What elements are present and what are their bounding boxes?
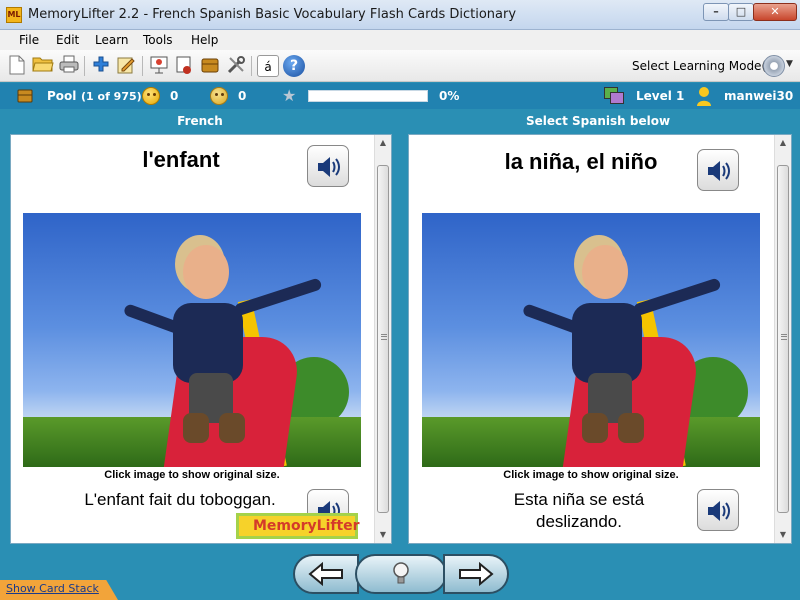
menu-tools[interactable]: Tools: [143, 33, 173, 47]
answer-example-line: Esta niña se está: [513, 490, 645, 509]
menu-bar: File Edit Learn Tools Help: [0, 30, 800, 50]
answer-scrollbar[interactable]: ▲ ▼: [774, 135, 791, 543]
photo-child-shoe: [618, 413, 644, 443]
close-button[interactable]: ✕: [753, 3, 797, 21]
user-icon: [697, 87, 711, 106]
wrong-count: 0: [238, 89, 247, 103]
hint-button[interactable]: [355, 554, 447, 594]
scroll-thumb[interactable]: [777, 165, 789, 513]
answer-example-sentence: Esta niña se está deslizando.: [449, 489, 709, 533]
menu-help[interactable]: Help: [191, 33, 218, 47]
correct-count: 0: [170, 89, 179, 103]
scroll-thumb[interactable]: [377, 165, 389, 513]
level-boxes-icon: [604, 87, 626, 105]
answer-audio-button[interactable]: [697, 149, 739, 191]
photo-child-shoe: [219, 413, 245, 443]
progress-label: 0%: [439, 89, 460, 103]
settings-tools-icon[interactable]: [225, 55, 247, 77]
character-map-icon[interactable]: á: [257, 55, 279, 77]
print-icon[interactable]: [58, 55, 80, 77]
question-word: l'enfant: [142, 147, 220, 172]
help-icon[interactable]: ?: [283, 55, 305, 77]
question-image-caption: Click image to show original size.: [104, 469, 280, 481]
level-label: Level 1: [636, 89, 685, 103]
add-icon[interactable]: [90, 55, 112, 77]
minimize-button[interactable]: –: [703, 3, 729, 21]
question-column-header: French: [177, 114, 223, 128]
scroll-down-arrow-icon[interactable]: ▼: [775, 527, 791, 543]
question-scrollbar[interactable]: ▲ ▼: [374, 135, 391, 543]
previous-card-button[interactable]: [293, 554, 359, 594]
pool-icon: [17, 89, 33, 103]
photo-child-shoe: [183, 413, 209, 443]
toolbar: á ? Select Learning Mode(s) ▼: [0, 50, 800, 82]
scroll-up-arrow-icon[interactable]: ▲: [775, 135, 791, 151]
speaker-icon: [708, 501, 730, 521]
select-learning-mode-label[interactable]: Select Learning Mode(s): [632, 59, 777, 73]
show-card-stack-link[interactable]: Show Card Stack: [6, 582, 99, 595]
title-bar: ML MemoryLifter 2.2 - French Spanish Bas…: [0, 0, 800, 30]
app-logo-icon: ML: [6, 7, 22, 23]
photo-child-arm: [632, 277, 722, 317]
answer-word: la niña, el niño: [504, 149, 658, 174]
learning-mode-gear-icon[interactable]: [763, 55, 785, 77]
arrow-right-icon: [459, 562, 494, 586]
photo-child-arm: [233, 277, 323, 317]
question-panel: l'enfant Click image to show original si…: [10, 134, 392, 544]
scroll-grip: [381, 334, 387, 340]
chevron-down-icon[interactable]: ▼: [786, 59, 793, 69]
menu-learn[interactable]: Learn: [95, 33, 129, 47]
toolbar-separator: [84, 56, 85, 76]
menu-file[interactable]: File: [19, 33, 39, 47]
toolbar-separator: [251, 56, 252, 76]
correct-smiley-icon: [142, 87, 160, 105]
answer-image-caption: Click image to show original size.: [503, 469, 679, 481]
progress-bar: [308, 90, 428, 102]
question-example-sentence: L'enfant fait du toboggan.: [84, 490, 276, 509]
lightbulb-icon: [393, 562, 409, 584]
scroll-down-arrow-icon[interactable]: ▼: [375, 527, 391, 543]
answer-image[interactable]: [422, 213, 760, 467]
question-image[interactable]: [23, 213, 361, 467]
answer-panel: la niña, el niño Click image to show ori…: [408, 134, 792, 544]
star-icon: ★: [282, 86, 297, 105]
arrow-left-icon: [308, 562, 343, 586]
slideshow-icon[interactable]: [148, 55, 170, 77]
pool-count: (1 of 975): [81, 90, 142, 103]
maximize-button[interactable]: □: [728, 3, 754, 21]
speaker-icon: [708, 161, 730, 181]
learn-icon[interactable]: [173, 55, 195, 77]
user-name: manwei30: [724, 89, 794, 103]
new-icon[interactable]: [6, 55, 28, 77]
open-icon[interactable]: [32, 55, 54, 77]
question-audio-button[interactable]: [307, 145, 349, 187]
menu-edit[interactable]: Edit: [56, 33, 79, 47]
answer-example-audio-button[interactable]: [697, 489, 739, 531]
speaker-icon: [318, 157, 340, 177]
scroll-grip: [781, 334, 787, 340]
pool-label: Pool: [47, 89, 77, 103]
toolbar-separator: [142, 56, 143, 76]
window-title: MemoryLifter 2.2 - French Spanish Basic …: [28, 7, 517, 22]
edit-icon[interactable]: [115, 55, 137, 77]
wrong-smiley-icon: [210, 87, 228, 105]
photo-child-body: [572, 303, 642, 383]
photo-child-shoe: [582, 413, 608, 443]
chest-icon[interactable]: [199, 55, 221, 77]
scroll-up-arrow-icon[interactable]: ▲: [375, 135, 391, 151]
next-card-button[interactable]: [443, 554, 509, 594]
status-bar: Pool (1 of 975) 0 0 ★ 0% Level 1 manwei3…: [0, 83, 800, 109]
answer-example-line: deslizando.: [535, 512, 622, 531]
photo-child-body: [173, 303, 243, 383]
answer-column-header: Select Spanish below: [525, 114, 671, 128]
photo-child-head: [183, 245, 229, 299]
memorylifter-logo: MemoryLifter: [236, 513, 360, 539]
photo-child-head: [582, 245, 628, 299]
